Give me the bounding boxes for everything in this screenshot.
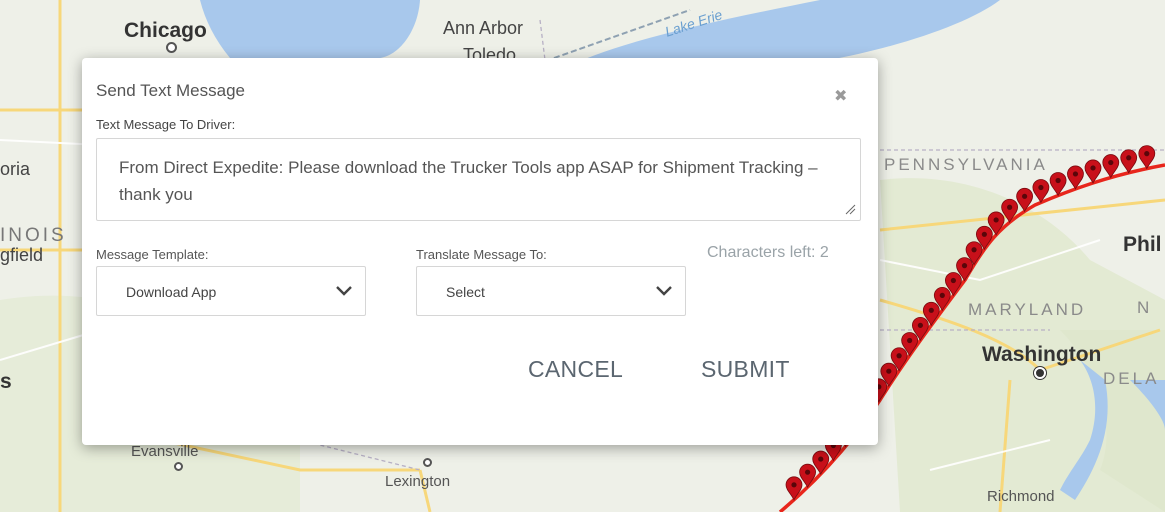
map-label-peoria: oria: [0, 159, 31, 179]
map-label-maryland: MARYLAND: [968, 300, 1087, 319]
message-textarea[interactable]: From Direct Expedite: Please download th…: [96, 138, 861, 221]
map-label-lexington: Lexington: [385, 473, 451, 490]
map-label-springfield: gfield: [0, 245, 44, 265]
city-dot: [174, 462, 183, 471]
template-select[interactable]: Download App: [96, 266, 366, 316]
capital-dot: [1034, 367, 1046, 379]
city-dot: [423, 458, 432, 467]
close-icon[interactable]: ✖: [834, 89, 847, 105]
translate-select[interactable]: Select: [416, 266, 686, 316]
map-label-evansville: Evansville: [131, 443, 199, 460]
characters-left-counter: Characters left: 2: [707, 244, 829, 261]
map-label-philadelphia: Phil: [1123, 233, 1162, 256]
send-text-message-dialog: Send Text Message ✖ Text Message To Driv…: [82, 58, 878, 445]
map-label-nj: N: [1137, 298, 1153, 317]
city-dot: [166, 42, 177, 53]
dialog-title: Send Text Message: [96, 81, 245, 100]
map-label-pennsylvania: PENNSYLVANIA: [884, 155, 1048, 174]
translate-label: Translate Message To:: [416, 247, 547, 262]
resize-handle-icon[interactable]: [845, 204, 856, 215]
message-label: Text Message To Driver:: [96, 117, 236, 132]
cancel-button[interactable]: CANCEL: [528, 356, 623, 383]
translate-select-value: Select: [446, 284, 485, 300]
chevron-down-icon: [336, 286, 352, 296]
map-label-richmond: Richmond: [987, 488, 1055, 505]
template-select-value: Download App: [126, 284, 217, 300]
map-label-illinois: INOIS: [0, 225, 67, 246]
map-label-washington: Washington: [982, 343, 1102, 366]
map-label-left-edge: s: [0, 370, 12, 393]
map-label-chicago: Chicago: [124, 19, 207, 42]
map-label-delaware: DELA: [1103, 369, 1160, 388]
map-label-ann-arbor: Ann Arbor: [443, 18, 524, 38]
submit-button[interactable]: SUBMIT: [701, 356, 790, 383]
template-label: Message Template:: [96, 247, 209, 262]
chevron-down-icon: [656, 286, 672, 296]
